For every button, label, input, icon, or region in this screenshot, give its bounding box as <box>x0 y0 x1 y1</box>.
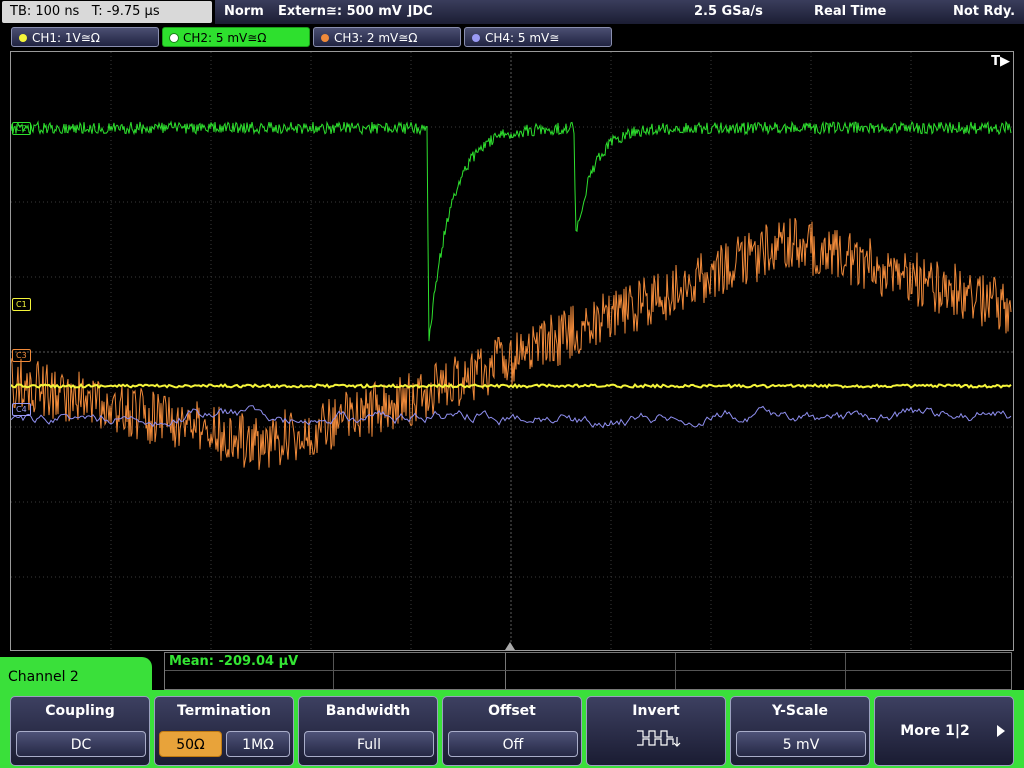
termination-1mohm-option[interactable]: 1MΩ <box>226 731 290 757</box>
grid-lines <box>11 52 1013 650</box>
coupling-value[interactable]: DC <box>16 731 146 757</box>
sample-rate: 2.5 GSa/s <box>694 4 763 19</box>
tab-ch2-label: CH2: 5 mV≅Ω <box>183 31 267 45</box>
bandwidth-title: Bandwidth <box>325 703 411 719</box>
ch1-offset-marker[interactable]: C1 <box>12 298 31 311</box>
coupling-softkey[interactable]: Coupling DC <box>10 696 150 766</box>
ch3-offset-marker[interactable]: C3 <box>12 349 31 362</box>
tab-ch4-label: CH4: 5 mV≅ <box>485 31 560 45</box>
invert-title: Invert <box>632 703 680 719</box>
center-axes <box>11 52 1013 650</box>
mean-measurement: Mean: -209.04 µV <box>169 654 299 669</box>
tab-ch3[interactable]: CH3: 2 mV≅Ω <box>313 27 461 47</box>
tab-ch1-label: CH1: 1V≅Ω <box>32 31 100 45</box>
more-label: More 1|2 <box>900 723 970 739</box>
bandwidth-value[interactable]: Full <box>304 731 434 757</box>
tab-ch4[interactable]: CH4: 5 mV≅ <box>464 27 612 47</box>
yscale-softkey[interactable]: Y-Scale 5 mV <box>730 696 870 766</box>
ch4-offset-marker[interactable]: C4 <box>12 403 31 416</box>
trigger-source: Extern≅: 500 mV ⌋DC <box>278 4 433 19</box>
termination-50ohm-option[interactable]: 50Ω <box>159 731 222 757</box>
trigger-mode: Norm <box>224 4 264 19</box>
more-softkey[interactable]: More 1|2 <box>874 696 1014 766</box>
termination-title: Termination <box>177 703 271 719</box>
invert-waveform-icon <box>637 730 681 747</box>
channel-tabs: CH1: 1V≅Ω CH2: 5 mV≅Ω CH3: 2 mV≅Ω CH4: 5… <box>0 27 1024 49</box>
ch2-offset-marker[interactable]: C2 <box>12 122 31 135</box>
next-page-icon <box>997 725 1005 737</box>
trigger-point-marker[interactable] <box>505 642 515 650</box>
measurement-panel: Mean: -209.04 µV <box>164 652 1012 690</box>
ch1-trace <box>11 382 1012 390</box>
ch4-color-icon <box>472 34 480 42</box>
offset-softkey[interactable]: Offset Off <box>442 696 582 766</box>
ch1-color-icon <box>19 34 27 42</box>
yscale-value[interactable]: 5 mV <box>736 731 866 757</box>
invert-softkey[interactable]: Invert <box>586 696 726 766</box>
tab-ch3-label: CH3: 2 mV≅Ω <box>334 31 418 45</box>
acquisition-mode: Real Time <box>814 4 887 19</box>
timebase-readout: TB: 100 ns <box>10 4 80 19</box>
termination-softkey[interactable]: Termination 50Ω 1MΩ <box>154 696 294 766</box>
tab-ch2[interactable]: CH2: 5 mV≅Ω <box>162 27 310 47</box>
coupling-title: Coupling <box>45 703 115 719</box>
trigger-status: Not Rdy. <box>953 4 1016 19</box>
waveform-grid <box>11 52 1013 650</box>
ch2-color-icon <box>169 33 179 43</box>
status-bar: TB: 100 ns T: -9.75 µs Norm Extern≅: 500… <box>0 0 1024 26</box>
waveform-display[interactable]: C1 C2 C3 C4 T▶ <box>10 51 1014 651</box>
yscale-title: Y-Scale <box>771 703 828 719</box>
offset-value[interactable]: Off <box>448 731 578 757</box>
ch3-color-icon <box>321 34 329 42</box>
trigger-position-flag[interactable]: T▶ <box>991 54 1010 69</box>
timebase-trigger-readout[interactable]: TB: 100 ns T: -9.75 µs <box>2 1 212 23</box>
bandwidth-softkey[interactable]: Bandwidth Full <box>298 696 438 766</box>
tab-ch1[interactable]: CH1: 1V≅Ω <box>11 27 159 47</box>
trigger-time-readout: T: -9.75 µs <box>91 4 160 19</box>
offset-title: Offset <box>488 703 536 719</box>
